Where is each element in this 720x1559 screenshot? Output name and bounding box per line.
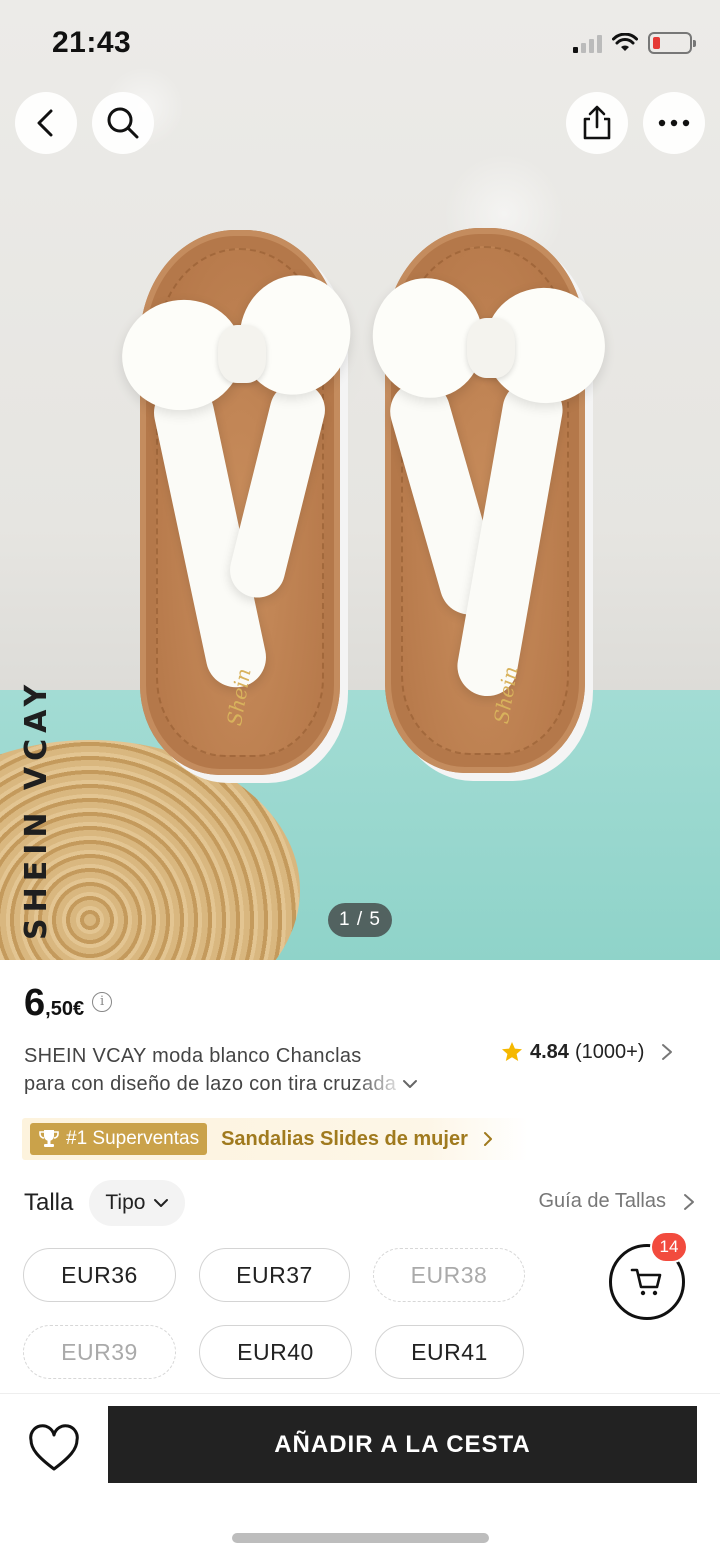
product-title-line2: para con diseño de lazo con tira cruzada [24, 1073, 397, 1095]
size-option-unavailable[interactable]: EUR38 [373, 1248, 525, 1302]
bestseller-category: Sandalias Slides de mujer [221, 1127, 468, 1150]
cart-count-badge: 14 [650, 1231, 688, 1263]
more-horizontal-icon [658, 119, 690, 127]
product-title[interactable]: SHEIN VCAY moda blanco Chanclas para con… [24, 1042, 444, 1098]
more-button[interactable] [643, 92, 705, 154]
rating-value: 4.84 [530, 1040, 569, 1063]
bestseller-tag-label: #1 Superventas [66, 1128, 200, 1149]
product-title-line1: SHEIN VCAY moda blanco Chanclas [24, 1045, 362, 1067]
cellular-signal-icon [573, 33, 602, 53]
brand-watermark: SHEIN VCAY [19, 678, 54, 940]
price: 6 ,50€ i [24, 982, 113, 1025]
bestseller-banner[interactable]: #1 Superventas Sandalias Slides de mujer [22, 1118, 528, 1160]
image-pager: 1 / 5 [328, 903, 392, 937]
status-time: 21:43 [52, 26, 132, 59]
back-button[interactable] [15, 92, 77, 154]
size-option-unavailable[interactable]: EUR39 [23, 1325, 176, 1379]
price-integer: 6 [24, 982, 46, 1024]
size-option[interactable]: EUR41 [375, 1325, 524, 1379]
add-to-cart-button[interactable]: AÑADIR A LA CESTA [108, 1406, 697, 1483]
status-bar: 21:43 [0, 0, 720, 88]
chevron-right-icon [662, 1044, 673, 1060]
cart-icon [630, 1268, 662, 1296]
share-button[interactable] [566, 92, 628, 154]
chevron-left-icon [37, 109, 53, 137]
size-guide-label: Guía de Tallas [538, 1190, 667, 1212]
size-type-selector[interactable]: Tipo [89, 1180, 186, 1226]
heart-icon[interactable] [28, 1424, 80, 1476]
price-decimal: ,50€ [45, 998, 85, 1020]
chevron-down-icon [154, 1199, 169, 1207]
search-button[interactable] [92, 92, 154, 154]
chevron-right-icon [483, 1132, 492, 1146]
rating-count: (1000+) [574, 1040, 645, 1063]
size-option[interactable]: EUR40 [199, 1325, 352, 1379]
rating-summary[interactable]: 4.84 (1000+) [500, 1040, 674, 1064]
price-info-icon[interactable]: i [92, 991, 113, 1012]
star-icon [502, 1042, 522, 1061]
size-option[interactable]: EUR36 [23, 1248, 176, 1302]
battery-icon [648, 32, 696, 54]
size-type-label: Tipo [105, 1191, 146, 1214]
size-header: Talla Tipo Guía de Tallas [24, 1180, 696, 1226]
bestseller-tag: #1 Superventas [30, 1123, 208, 1155]
trophy-icon [39, 1130, 59, 1147]
search-icon [107, 107, 139, 139]
home-indicator [232, 1533, 489, 1543]
size-guide-link[interactable]: Guía de Tallas [539, 1190, 697, 1213]
chevron-right-icon [684, 1193, 694, 1210]
expand-chevron-icon[interactable] [400, 1074, 420, 1094]
right-sandal: Shein [361, 228, 615, 773]
size-option[interactable]: EUR37 [199, 1248, 350, 1302]
size-label: Talla [24, 1189, 74, 1216]
wifi-icon [612, 33, 638, 51]
share-icon [583, 105, 611, 140]
left-sandal: Shein [113, 230, 364, 775]
